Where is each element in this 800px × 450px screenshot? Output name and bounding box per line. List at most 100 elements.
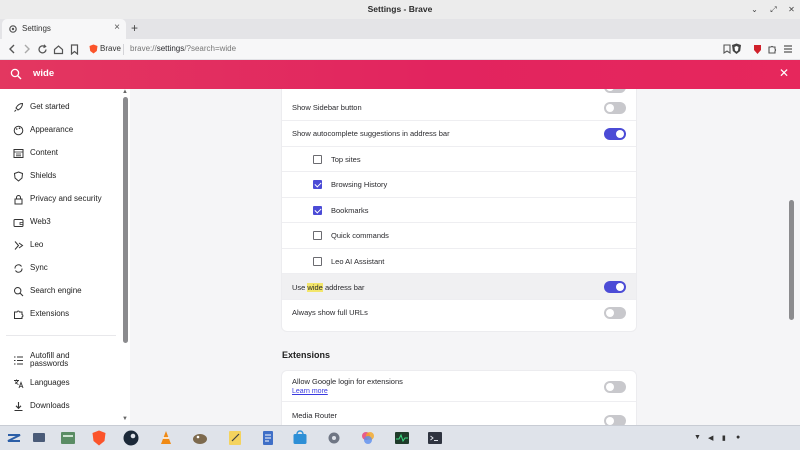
tab-strip: Settings × + (0, 19, 800, 39)
lock-icon (12, 193, 24, 205)
sidebar-item-privacy-and-security[interactable]: Privacy and security (12, 192, 102, 206)
battery-icon[interactable]: ▮ (722, 434, 726, 442)
browsing-history-checkbox[interactable] (313, 180, 322, 189)
close-tab-icon[interactable]: × (114, 22, 120, 33)
network-icon[interactable]: ● (736, 434, 740, 441)
tab-settings[interactable]: Settings × (2, 19, 126, 39)
learn-more-link[interactable]: Learn more (292, 388, 328, 395)
settings-row: Top sites (282, 147, 636, 172)
puzzle-icon (12, 308, 24, 320)
notes-icon[interactable] (226, 429, 244, 447)
settings-row: Allow Google login for extensions Learn … (282, 371, 636, 402)
settings-row: Bookmarks (282, 198, 636, 223)
media-router-toggle[interactable] (604, 415, 626, 425)
rocket-icon (12, 101, 24, 113)
maximize-icon[interactable]: ⤢ (767, 3, 780, 16)
sidebar-item-shields[interactable]: Shields (12, 169, 56, 183)
files-icon[interactable] (59, 429, 77, 447)
quick-commands-checkbox[interactable] (313, 231, 322, 240)
sync-icon (12, 262, 24, 274)
browser-toolbar: Brave brave://settings/?search=wide (0, 39, 800, 60)
brave-shields-icon[interactable] (730, 43, 742, 55)
wide-address-bar-toggle[interactable] (604, 281, 626, 293)
show-sidebar-button-toggle[interactable] (604, 102, 626, 114)
sidebar-item-leo[interactable]: Leo (12, 238, 43, 252)
sidebar-item-content[interactable]: Content (12, 146, 58, 160)
forward-icon[interactable] (21, 43, 33, 55)
sidebar-item-languages[interactable]: Languages (12, 376, 70, 390)
zorin-menu-icon[interactable] (5, 429, 23, 447)
sidebar-item-web3[interactable]: Web3 (12, 215, 51, 229)
settings-row: Quick commands (282, 223, 636, 249)
sidebar-item-search-engine[interactable]: Search engine (12, 284, 82, 298)
window-titlebar: Settings - Brave ⌄ ⤢ ✕ (0, 0, 800, 19)
sidebar-item-get-started[interactable]: Get started (12, 100, 70, 114)
sidebar-item-appearance[interactable]: Appearance (12, 123, 73, 137)
gimp-icon[interactable] (191, 429, 209, 447)
settings-row-highlighted: Use wide address bar (282, 274, 636, 300)
show-autocomplete-toggle[interactable] (604, 128, 626, 140)
extensions-card: Allow Google login for extensions Learn … (282, 371, 636, 425)
google-login-toggle[interactable] (604, 381, 626, 393)
hidden-toggle[interactable] (604, 89, 626, 93)
reload-icon[interactable] (36, 43, 48, 55)
home-icon[interactable] (52, 43, 64, 55)
back-icon[interactable] (6, 43, 18, 55)
always-show-full-urls-toggle[interactable] (604, 307, 626, 319)
language-icon (12, 377, 24, 389)
clear-search-icon[interactable]: ✕ (779, 66, 789, 80)
window-title: Settings - Brave (367, 4, 433, 14)
menu-icon[interactable] (782, 43, 794, 55)
bookmarks-checkbox[interactable] (313, 206, 322, 215)
tab-title: Settings (22, 24, 51, 33)
settings-row: Media Router (282, 402, 636, 425)
document-icon[interactable] (259, 429, 277, 447)
new-tab-icon[interactable]: + (131, 21, 138, 35)
brave-icon[interactable] (90, 429, 108, 447)
sidebar-scrollbar[interactable] (123, 97, 128, 343)
settings-search-bar[interactable]: wide ✕ (0, 60, 800, 89)
palette-icon (12, 124, 24, 136)
shield-icon (12, 170, 24, 182)
url-scheme: brave:// (130, 44, 157, 53)
system-monitor-icon[interactable] (393, 429, 411, 447)
download-icon (12, 400, 24, 412)
settings-main: Show Sidebar button Show autocomplete su… (130, 89, 800, 425)
store-icon[interactable] (291, 429, 309, 447)
search-icon (10, 68, 22, 80)
search-highlight: wide (307, 283, 323, 292)
terminal-icon[interactable] (426, 429, 444, 447)
settings-row: Always show full URLs (282, 300, 636, 326)
wifi-icon[interactable]: ▼ (694, 434, 701, 441)
sidebar-item-downloads[interactable]: Downloads (12, 399, 70, 413)
sidebar-item-sync[interactable]: Sync (12, 261, 48, 275)
steam-icon[interactable] (122, 429, 140, 447)
sidebar-scroll-down-icon[interactable]: ▼ (122, 416, 128, 422)
search-icon (12, 285, 24, 297)
volume-icon[interactable]: ◀ (708, 434, 713, 442)
search-input[interactable]: wide (33, 68, 54, 79)
sidebar-scroll-up-icon[interactable]: ▲ (122, 89, 128, 95)
workspace-icon[interactable] (30, 429, 48, 447)
top-sites-checkbox[interactable] (313, 155, 322, 164)
url-host: settings (156, 44, 185, 53)
extensions-icon[interactable] (766, 43, 778, 55)
wallet-icon (12, 216, 24, 228)
rewards-icon[interactable] (751, 43, 763, 55)
vlc-icon[interactable] (157, 429, 175, 447)
url-path: /?search=wide (184, 44, 237, 53)
close-window-icon[interactable]: ✕ (785, 3, 798, 16)
minimize-icon[interactable]: ⌄ (748, 3, 761, 16)
leo-ai-assistant-checkbox[interactable] (313, 257, 322, 266)
site-label: Brave (100, 44, 121, 53)
main-scrollbar[interactable] (789, 200, 794, 320)
sidebar-divider (6, 335, 116, 336)
settings-row: Show autocomplete suggestions in address… (282, 121, 636, 147)
settings-row: Show Sidebar button (282, 95, 636, 121)
bookmark-icon[interactable] (68, 43, 80, 55)
photos-icon[interactable] (359, 429, 377, 447)
settings-gear-icon[interactable] (325, 429, 343, 447)
sidebar-item-autofill-and-passwords[interactable]: Autofill and passwords (12, 350, 94, 370)
address-bar[interactable]: brave://settings/?search=wide (130, 44, 236, 53)
sidebar-item-extensions[interactable]: Extensions (12, 307, 69, 321)
